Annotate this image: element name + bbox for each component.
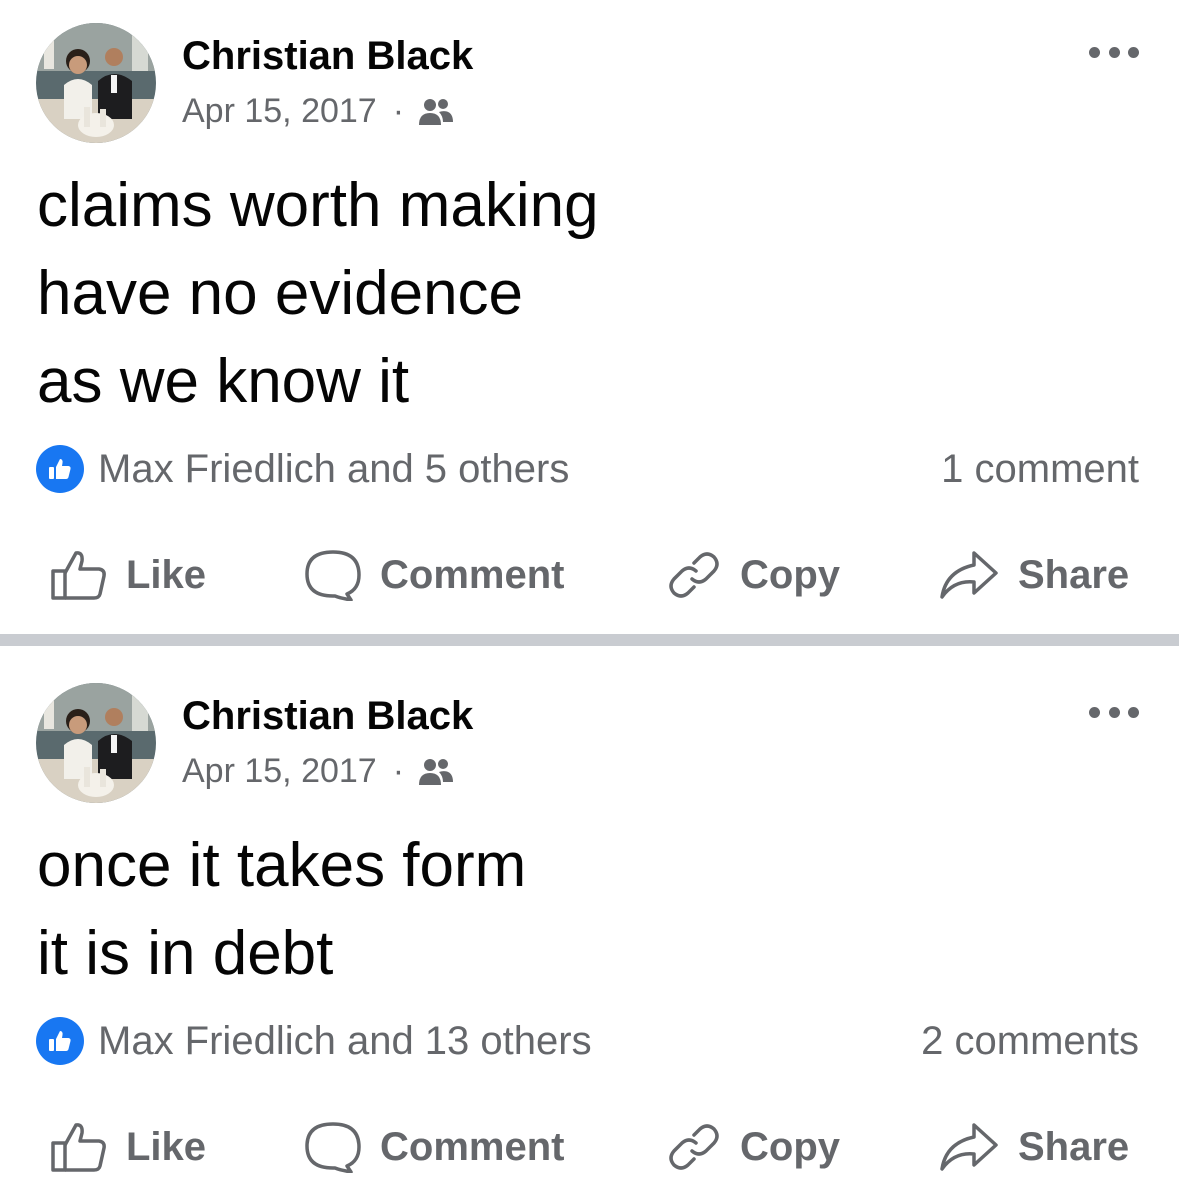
post-text-line: it is in debt	[37, 919, 334, 988]
reactions-summary[interactable]: Max Friedlich and 5 others	[36, 445, 569, 493]
copy-label: Copy	[740, 552, 840, 597]
like-reaction-icon	[36, 445, 84, 493]
more-dot	[1089, 706, 1100, 718]
post-card: Christian Black Apr 15, 2017 · claims wo…	[0, 0, 1179, 634]
comment-icon	[305, 550, 361, 601]
post-date[interactable]: Apr 15, 2017	[182, 92, 377, 131]
action-bar: Like Comment Copy Share	[0, 1112, 1179, 1182]
like-label: Like	[126, 552, 207, 597]
comment-label: Comment	[380, 1124, 565, 1169]
like-button[interactable]: Like	[50, 540, 206, 610]
like-button[interactable]: Like	[50, 1112, 206, 1182]
meta-separator: ·	[392, 752, 405, 790]
more-dot	[1128, 46, 1139, 58]
post-text-line: once it takes form	[37, 831, 527, 900]
share-icon	[940, 1123, 998, 1171]
post-date[interactable]: Apr 15, 2017	[182, 752, 377, 791]
author-name[interactable]: Christian Black	[182, 34, 473, 79]
share-icon	[940, 551, 998, 599]
reactions-summary[interactable]: Max Friedlich and 13 others	[36, 1017, 592, 1065]
comment-button[interactable]: Comment	[304, 1112, 564, 1182]
more-dot	[1108, 706, 1120, 718]
post-card: Christian Black Apr 15, 2017 · once it t…	[0, 646, 1179, 1188]
comment-button[interactable]: Comment	[304, 540, 564, 610]
thumbs-up-icon	[51, 1123, 106, 1172]
post-text: claims worth making have no evidence as …	[37, 162, 599, 426]
post-meta: Apr 15, 2017 ·	[182, 92, 454, 131]
link-icon	[669, 552, 719, 598]
author-name[interactable]: Christian Black	[182, 694, 473, 739]
more-dot	[1108, 46, 1120, 58]
reactions-text: Max Friedlich and 13 others	[98, 1018, 592, 1063]
like-label: Like	[126, 1124, 207, 1169]
thumbs-up-icon	[51, 551, 106, 600]
avatar[interactable]	[36, 683, 156, 803]
like-reaction-icon	[36, 1017, 84, 1065]
more-options-button[interactable]	[1089, 702, 1139, 722]
comment-icon	[305, 1122, 361, 1173]
avatar[interactable]	[36, 23, 156, 143]
more-options-button[interactable]	[1089, 42, 1139, 62]
post-meta: Apr 15, 2017 ·	[182, 752, 454, 791]
friends-icon[interactable]	[418, 97, 454, 127]
copy-button[interactable]: Copy	[666, 1112, 840, 1182]
share-label: Share	[1018, 552, 1130, 597]
share-button[interactable]: Share	[938, 1112, 1129, 1182]
more-dot	[1089, 46, 1100, 58]
copy-button[interactable]: Copy	[666, 540, 840, 610]
friends-icon[interactable]	[418, 757, 454, 787]
reactions-bar: Max Friedlich and 5 others 1 comment	[36, 444, 1139, 494]
post-text-line: claims worth making	[37, 171, 599, 240]
link-icon	[669, 1124, 719, 1170]
action-bar: Like Comment Copy Share	[0, 540, 1179, 610]
comment-label: Comment	[380, 552, 565, 597]
post-text: once it takes form it is in debt	[37, 822, 526, 998]
reactions-text: Max Friedlich and 5 others	[98, 446, 570, 491]
post-text-line: as we know it	[37, 347, 410, 416]
meta-separator: ·	[392, 92, 405, 130]
share-label: Share	[1018, 1124, 1130, 1169]
reactions-bar: Max Friedlich and 13 others 2 comments	[36, 1016, 1139, 1066]
comments-count[interactable]: 1 comment	[941, 447, 1139, 492]
copy-label: Copy	[740, 1124, 840, 1169]
more-dot	[1128, 706, 1139, 718]
post-divider	[0, 634, 1179, 646]
comments-count[interactable]: 2 comments	[921, 1019, 1139, 1064]
share-button[interactable]: Share	[938, 540, 1129, 610]
post-text-line: have no evidence	[37, 259, 524, 328]
